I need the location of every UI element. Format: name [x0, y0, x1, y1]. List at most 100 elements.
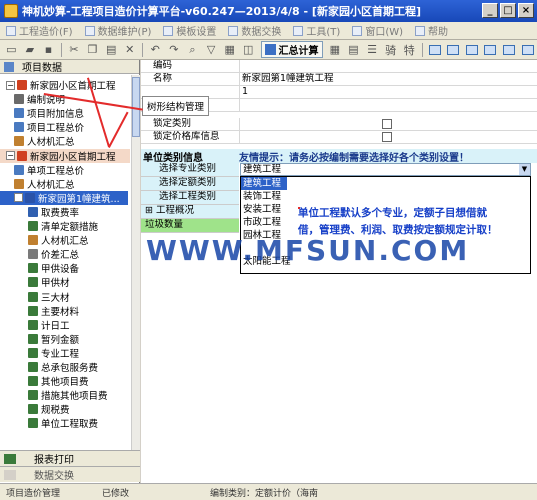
friendly-tip: 友情提示：请务必按编制需要选择好各个类别设置！: [239, 152, 469, 164]
tree-item[interactable]: 其他项目费: [0, 374, 130, 388]
grid-value[interactable]: [239, 131, 537, 143]
tag-icon[interactable]: ◫: [241, 42, 256, 58]
tree-item[interactable]: 总承包服务费: [0, 360, 130, 374]
tree-structure-callout: 树形结构管理: [142, 96, 210, 116]
delete-icon[interactable]: ✕: [122, 42, 137, 58]
toolbar-separator: [60, 42, 62, 57]
list-icon[interactable]: ☰: [365, 42, 380, 58]
grid-value[interactable]: 1: [239, 86, 537, 98]
material-icon: [14, 136, 24, 147]
data-exchange-tab[interactable]: 数据交换: [0, 466, 140, 482]
minimize-button[interactable]: _: [482, 3, 498, 18]
tree-item[interactable]: 取费费率: [0, 205, 130, 219]
tree-item[interactable]: 项目工程总价: [0, 120, 130, 134]
maximize-button[interactable]: □: [500, 3, 516, 18]
grid-value[interactable]: [239, 99, 537, 111]
window-icon[interactable]: [446, 42, 461, 58]
window-icon[interactable]: [465, 42, 480, 58]
tree-item-label: 项目附加信息: [27, 109, 85, 121]
tree-item[interactable]: 甲供材: [0, 275, 130, 289]
redo-icon[interactable]: ↷: [167, 42, 182, 58]
tree-item[interactable]: 规税费: [0, 402, 130, 416]
special-icon[interactable]: 特: [402, 42, 417, 58]
tree-item[interactable]: − 新家园小区首期工程: [0, 78, 130, 92]
tree-item[interactable]: 价差汇总: [0, 247, 130, 261]
grid-icon[interactable]: ▦: [328, 42, 343, 58]
printer-icon: [4, 453, 16, 464]
dropdown-option[interactable]: 装饰工程: [241, 190, 530, 203]
lock-category-checkbox[interactable]: [382, 119, 392, 129]
tree-item[interactable]: 计日工: [0, 318, 130, 332]
cut-icon[interactable]: ✂: [67, 42, 82, 58]
grid-label: 选择专业类别: [141, 163, 239, 177]
tree-item[interactable]: 三大材: [0, 290, 130, 304]
menu-icon: [293, 25, 304, 36]
tree-item-label: 价差汇总: [41, 250, 80, 262]
price-icon: [14, 122, 24, 133]
tree-collapse-icon[interactable]: −: [6, 80, 15, 90]
tree-scrollbar[interactable]: [131, 75, 140, 450]
price-icon: [14, 164, 24, 175]
window-box-icon: [521, 44, 534, 55]
chevron-down-icon[interactable]: ▼: [519, 164, 530, 175]
tree-item[interactable]: 项目附加信息: [0, 106, 130, 120]
grid-label: 垃圾数量: [141, 219, 239, 233]
grid-row-name[interactable]: 名称 新家园第1幢建筑工程: [141, 73, 537, 86]
menu-data-maintenance[interactable]: 数据维护(P): [79, 23, 158, 38]
tree-item[interactable]: 人材机汇总: [0, 233, 130, 247]
ride-icon[interactable]: 骑: [383, 42, 398, 58]
grid-label: 锁定价格库信息: [153, 131, 220, 142]
tree-item[interactable]: 专业工程: [0, 346, 130, 360]
close-button[interactable]: ×: [518, 3, 534, 18]
grid-row-code[interactable]: 编码: [141, 60, 537, 73]
tree-item[interactable]: 甲供设备: [0, 261, 130, 275]
summary-calc-button[interactable]: 汇总计算: [260, 41, 323, 58]
tree-item[interactable]: 主要材料: [0, 304, 130, 318]
tree-collapse-icon[interactable]: −: [14, 193, 23, 203]
menu-icon: [84, 25, 95, 36]
window-icon[interactable]: [427, 42, 442, 58]
table-icon[interactable]: ▤: [346, 42, 361, 58]
search-icon[interactable]: ⌕: [185, 42, 200, 58]
menu-help[interactable]: 帮助: [409, 23, 454, 38]
dropdown-option[interactable]: 建筑工程: [241, 177, 287, 190]
tree-item[interactable]: 清单定额措施: [0, 219, 130, 233]
report-print-tab[interactable]: 报表打印: [0, 450, 140, 466]
tree-item[interactable]: 措施其他项目费: [0, 388, 130, 402]
paste-icon[interactable]: ▤: [104, 42, 119, 58]
window-icon[interactable]: [483, 42, 498, 58]
grid-value[interactable]: [239, 60, 537, 72]
menu-window[interactable]: 窗口(W): [346, 23, 409, 38]
grid-value[interactable]: 新家园第1幢建筑工程: [239, 73, 537, 85]
grid-label: ⊞ 工程概况: [141, 205, 239, 219]
grid-row-lock-category[interactable]: 锁定类别: [141, 118, 537, 131]
tree-item[interactable]: 单位工程取费: [0, 416, 130, 430]
new-file-icon[interactable]: ▭: [4, 42, 19, 58]
tree-collapse-icon[interactable]: −: [6, 151, 15, 160]
window-icon[interactable]: [502, 42, 517, 58]
menu-label: 帮助: [428, 27, 449, 38]
window-icon[interactable]: [520, 42, 535, 58]
insert-icon[interactable]: ▦: [222, 42, 237, 58]
tree-item[interactable]: 人材机汇总: [0, 177, 130, 191]
menu-project-cost[interactable]: 工程造价(F): [0, 23, 79, 38]
grid-row-lock-price[interactable]: 锁定价格库信息: [141, 131, 537, 144]
exchange-icon: [4, 469, 16, 480]
copy-icon[interactable]: ❐: [85, 42, 100, 58]
tree-item[interactable]: 单项工程总价: [0, 163, 130, 177]
tree-item[interactable]: − 新家园第1幢建筑...: [0, 190, 128, 205]
tree-item[interactable]: − 新家园小区首期工程: [0, 148, 130, 163]
menu-tools[interactable]: 工具(T): [287, 23, 346, 38]
grid-value[interactable]: [239, 118, 537, 130]
filter-icon[interactable]: ▽: [204, 42, 219, 58]
lock-price-checkbox[interactable]: [382, 132, 392, 142]
menu-template-settings[interactable]: 模板设置: [157, 23, 222, 38]
open-folder-icon[interactable]: ▰: [23, 42, 38, 58]
specialty-combobox[interactable]: 建筑工程 ▼: [240, 163, 531, 176]
undo-icon[interactable]: ↶: [148, 42, 163, 58]
tree-item[interactable]: 暂列金额: [0, 332, 130, 346]
menu-data-exchange[interactable]: 数据交换: [222, 23, 287, 38]
status-module: 项目造价管理: [6, 488, 61, 499]
menu-icon: [6, 25, 16, 36]
save-icon[interactable]: ▪: [41, 42, 56, 58]
